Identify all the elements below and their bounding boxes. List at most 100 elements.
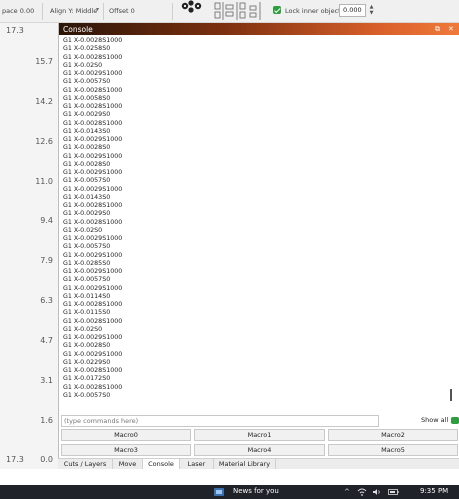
ruler-mark: 6.3 xyxy=(40,296,53,305)
speaker-icon[interactable] xyxy=(372,488,382,496)
chevron-up-icon[interactable]: ^ xyxy=(344,488,350,496)
console-line: G1 X-0.0058S0 xyxy=(63,94,111,102)
console-line: G1 X-0.0028S1000 xyxy=(63,53,123,61)
window-gap xyxy=(0,469,459,485)
ruler-mark: 15.7 xyxy=(35,57,53,66)
ruler-mark: 11.0 xyxy=(35,177,53,186)
console-line: G1 X-0.0029S0 xyxy=(63,111,111,119)
console-line: G1 X-0.0028S1000 xyxy=(63,119,123,127)
chevron-down-icon[interactable]: ▾ xyxy=(96,6,99,13)
scrollbar-thumb[interactable] xyxy=(450,389,452,401)
battery-icon[interactable] xyxy=(388,489,399,495)
bottom-tab-bar: Cuts / Layers Move Console Laser Materia… xyxy=(58,458,459,469)
console-line: G1 X-0.0028S1000 xyxy=(63,218,123,226)
ruler-mark: 12.6 xyxy=(35,137,53,146)
toolbar-divider xyxy=(103,3,104,20)
tab-laser[interactable]: Laser xyxy=(180,459,214,469)
console-line: G1 X-0.0028S1000 xyxy=(63,86,123,94)
ruler-mark: 0.0 xyxy=(40,455,53,464)
console-line: G1 X-0.0028S1000 xyxy=(63,367,123,374)
space-field[interactable]: pace 0.00 xyxy=(2,6,34,17)
show-all-checkbox[interactable] xyxy=(451,417,459,424)
console-line: G1 X-0.0029S1000 xyxy=(63,185,123,193)
console-line: G1 X-0.0028S1000 xyxy=(63,37,123,44)
lock-inner-objects-checkbox[interactable] xyxy=(273,6,281,14)
console-line: G1 X-0.02S0 xyxy=(63,61,103,69)
console-line: G1 X-0.0258S0 xyxy=(63,45,111,53)
toolbar-divider xyxy=(172,3,173,20)
console-line: G1 X-0.0229S0 xyxy=(63,358,111,366)
console-titlebar[interactable]: Console ⧉ ✕ xyxy=(59,23,459,35)
align-icons[interactable] xyxy=(214,1,266,21)
vertical-ruler: 17.3 15.7 14.2 12.6 11.0 9.4 7.9 6.3 4.7… xyxy=(0,23,58,469)
console-line: G1 X-0.0029S1000 xyxy=(63,152,123,160)
align-y-select[interactable]: Align Y: Middle xyxy=(50,6,97,17)
ruler-mark: 14.2 xyxy=(35,97,53,106)
macro5-button[interactable]: Macro5 xyxy=(328,444,458,456)
ruler-mark: 4.7 xyxy=(40,336,53,345)
macro0-button[interactable]: Macro0 xyxy=(61,429,191,441)
spin-down-icon[interactable]: ▼ xyxy=(368,10,375,16)
tab-move[interactable]: Move xyxy=(113,459,143,469)
top-toolbar: pace 0.00 Align Y: Middle ▾ Offset 0 Loc… xyxy=(0,0,459,23)
undock-icon[interactable]: ⧉ xyxy=(435,25,440,34)
console-line: G1 X-0.0114S0 xyxy=(63,292,111,300)
os-taskbar: News for you ^ 9:35 PM xyxy=(0,485,459,499)
console-line: G1 X-0.0172S0 xyxy=(63,375,111,383)
console-line: G1 X-0.0057S0 xyxy=(63,243,111,251)
show-all-label: Show all xyxy=(421,416,449,424)
console-line: G1 X-0.0057S0 xyxy=(63,391,111,399)
console-line: G1 X-0.0029S1000 xyxy=(63,334,123,341)
offset-field[interactable]: Offset 0 xyxy=(109,6,135,17)
ruler-mark: 9.4 xyxy=(40,216,53,225)
tab-cuts-layers[interactable]: Cuts / Layers xyxy=(58,459,113,469)
console-line: G1 X-0.0028S1000 xyxy=(63,103,123,110)
taskbar-clock[interactable]: 9:35 PM xyxy=(420,487,448,495)
macro1-button[interactable]: Macro1 xyxy=(194,429,325,441)
console-line: G1 X-0.0029S1000 xyxy=(63,350,123,358)
ruler-mark: 3.1 xyxy=(40,376,53,385)
console-line: G1 X-0.0029S1000 xyxy=(63,251,123,259)
console-line: G1 X-0.0029S1000 xyxy=(63,284,123,292)
console-line: G1 X-0.0285S0 xyxy=(63,259,111,267)
console-line: G1 X-0.0028S0 xyxy=(63,342,111,350)
command-input[interactable]: (type commands here) xyxy=(61,415,379,427)
macro2-button[interactable]: Macro2 xyxy=(328,429,458,441)
network-icon[interactable] xyxy=(357,488,367,496)
app-icon[interactable] xyxy=(213,487,225,497)
close-icon[interactable]: ✕ xyxy=(448,25,454,33)
console-line: G1 X-0.0028S1000 xyxy=(63,202,123,209)
console-line: G1 X-0.0028S1000 xyxy=(63,301,123,308)
console-line: G1 X-0.0057S0 xyxy=(63,276,111,284)
console-log[interactable]: G1 X-0.0028S1000 G1 X-0.0258S0 G1 X-0.0028… xyxy=(61,37,446,413)
console-line: G1 X-0.0028S0 xyxy=(63,144,111,152)
console-line: G1 X-0.0029S1000 xyxy=(63,70,123,77)
ruler-bottom-label: 17.3 xyxy=(6,455,24,464)
console-line: G1 X-0.0029S0 xyxy=(63,210,111,218)
console-line: G1 X-0.0029S1000 xyxy=(63,268,123,275)
lock-value-input[interactable]: 0.000 xyxy=(339,4,366,17)
tab-console[interactable]: Console xyxy=(143,459,180,469)
console-scrollbar[interactable] xyxy=(448,37,456,413)
news-widget[interactable]: News for you xyxy=(233,487,279,495)
console-line: G1 X-0.02S0 xyxy=(63,325,103,333)
cluster-icon[interactable] xyxy=(180,0,204,14)
console-line: G1 X-0.0029S1000 xyxy=(63,169,123,176)
value-stepper[interactable]: ▲ ▼ xyxy=(368,4,375,17)
toolbar-divider xyxy=(42,3,43,20)
console-line: G1 X-0.0057S0 xyxy=(63,177,111,185)
console-line: G1 X-0.0029S1000 xyxy=(63,136,123,143)
console-line: G1 X-0.0028S1000 xyxy=(63,383,123,391)
ruler-mark: 7.9 xyxy=(40,256,53,265)
console-window: Console ⧉ ✕ G1 X-0.0028S1000 G1 X-0.0258S… xyxy=(58,23,459,469)
tab-material-library[interactable]: Material Library xyxy=(214,459,276,469)
ruler-mark: 1.6 xyxy=(40,416,53,425)
console-line: G1 X-0.0028S1000 xyxy=(63,317,123,325)
console-line: G1 X-0.0028S0 xyxy=(63,160,111,168)
lock-inner-objects-label: Lock inner objects xyxy=(285,7,345,15)
console-line: G1 X-0.0029S1000 xyxy=(63,235,123,242)
console-title: Console xyxy=(63,24,93,34)
console-line: G1 X-0.02S0 xyxy=(63,226,103,234)
macro4-button[interactable]: Macro4 xyxy=(194,444,325,456)
macro3-button[interactable]: Macro3 xyxy=(61,444,191,456)
